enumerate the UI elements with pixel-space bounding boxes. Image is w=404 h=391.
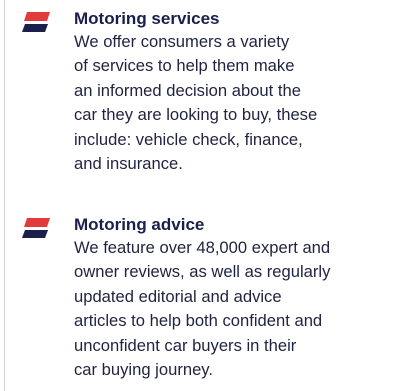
description-line: include: vehicle check, finance,	[74, 129, 303, 149]
flag-icon	[22, 12, 50, 32]
description-line: We feature over 48,000 expert and	[74, 238, 331, 257]
feature-title: Motoring advice	[74, 215, 205, 234]
feature-description: We offer consumers a variety of services…	[74, 30, 404, 176]
feature-text: Motoring advice We feature over 48,000 e…	[74, 214, 404, 382]
description-line: updated editorial and advice	[74, 286, 282, 306]
feature-description: We feature over 48,000 expert and owner …	[74, 236, 404, 382]
description-line: of services to help them make	[74, 56, 295, 76]
flag-icon	[22, 218, 50, 238]
left-divider	[4, 0, 5, 391]
description-line: articles to help both confident and	[74, 311, 323, 331]
description-line: an informed decision about the	[74, 80, 301, 100]
description-line: owner reviews, as well as regularly	[74, 262, 331, 282]
feature-text: Motoring services We offer consumers a v…	[74, 8, 404, 176]
feature-title: Motoring services	[74, 9, 220, 28]
description-line: car buying journey.	[74, 360, 213, 380]
description-line: and insurance.	[74, 154, 183, 174]
description-line: We offer consumers a variety	[74, 32, 290, 51]
description-line: unconfident car buyers in their	[74, 335, 297, 355]
description-line: car they are looking to buy, these	[74, 105, 318, 125]
